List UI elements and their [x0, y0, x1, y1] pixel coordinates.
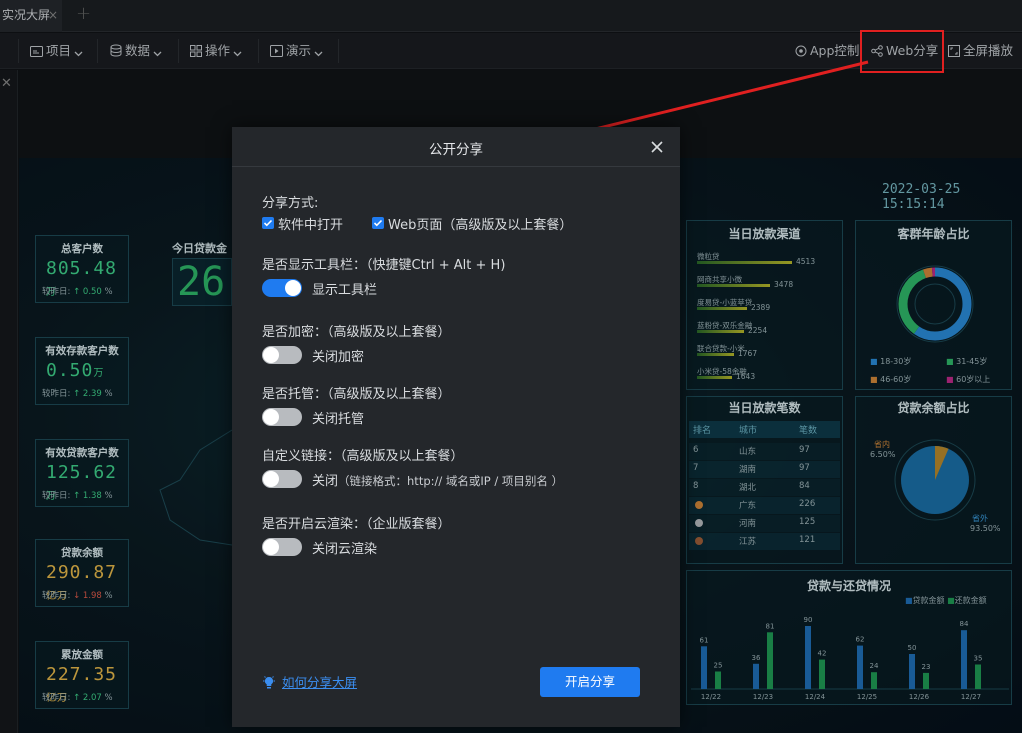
custom-link-section-label: 自定义链接：（高级版及以上套餐）	[262, 449, 464, 464]
help-link-label: 如何分享大屏	[282, 675, 358, 690]
app-window: 实况大屏 × + 项目 数据 操作 演示 App控制 Web分享 全屏播放 ✕ …	[0, 0, 1022, 733]
checkbox-web-label: Web页面（高级版及以上套餐）	[388, 218, 573, 233]
close-icon[interactable]	[646, 136, 668, 158]
toolbar-toggle-label: 显示工具栏	[312, 283, 378, 298]
checkbox-software-label: 软件中打开	[278, 218, 344, 233]
host-toggle-label: 关闭托管	[312, 412, 365, 427]
host-section-label: 是否托管：（高级版及以上套餐）	[262, 387, 451, 402]
encrypt-toggle[interactable]	[262, 346, 302, 364]
share-method-label: 分享方式:	[262, 196, 319, 211]
lightbulb-icon	[263, 676, 275, 689]
cloud-section-label: 是否开启云渲染：（企业版套餐）	[262, 517, 451, 532]
cloud-toggle-label: 关闭云渲染	[312, 542, 378, 557]
custom-link-hint: （链接格式：http:// 域名或IP / 项目别名 ）	[338, 474, 564, 488]
cloud-toggle[interactable]	[262, 538, 302, 556]
toolbar-section-label: 是否显示工具栏：（快捷键Ctrl + Alt + H)	[262, 258, 506, 273]
highlight-box	[860, 30, 944, 73]
encrypt-section-label: 是否加密：（高级版及以上套餐）	[262, 325, 451, 340]
encrypt-toggle-label: 关闭加密	[312, 350, 365, 365]
help-link[interactable]: 如何分享大屏	[262, 672, 357, 691]
host-toggle[interactable]	[262, 408, 302, 426]
checkbox-software[interactable]	[262, 217, 274, 229]
dialog-header: 公开分享	[232, 127, 680, 167]
share-dialog: 公开分享 分享方式: 软件中打开 Web页面（高级版及以上套餐） 是否显示工具栏…	[232, 127, 680, 727]
custom-link-toggle-label: 关闭（链接格式：http:// 域名或IP / 项目别名 ）	[312, 474, 564, 489]
toolbar-toggle[interactable]	[262, 279, 302, 297]
custom-link-toggle[interactable]	[262, 470, 302, 488]
start-share-button[interactable]: 开启分享	[540, 667, 640, 697]
dialog-title: 公开分享	[429, 142, 483, 158]
checkbox-web[interactable]	[372, 217, 384, 229]
